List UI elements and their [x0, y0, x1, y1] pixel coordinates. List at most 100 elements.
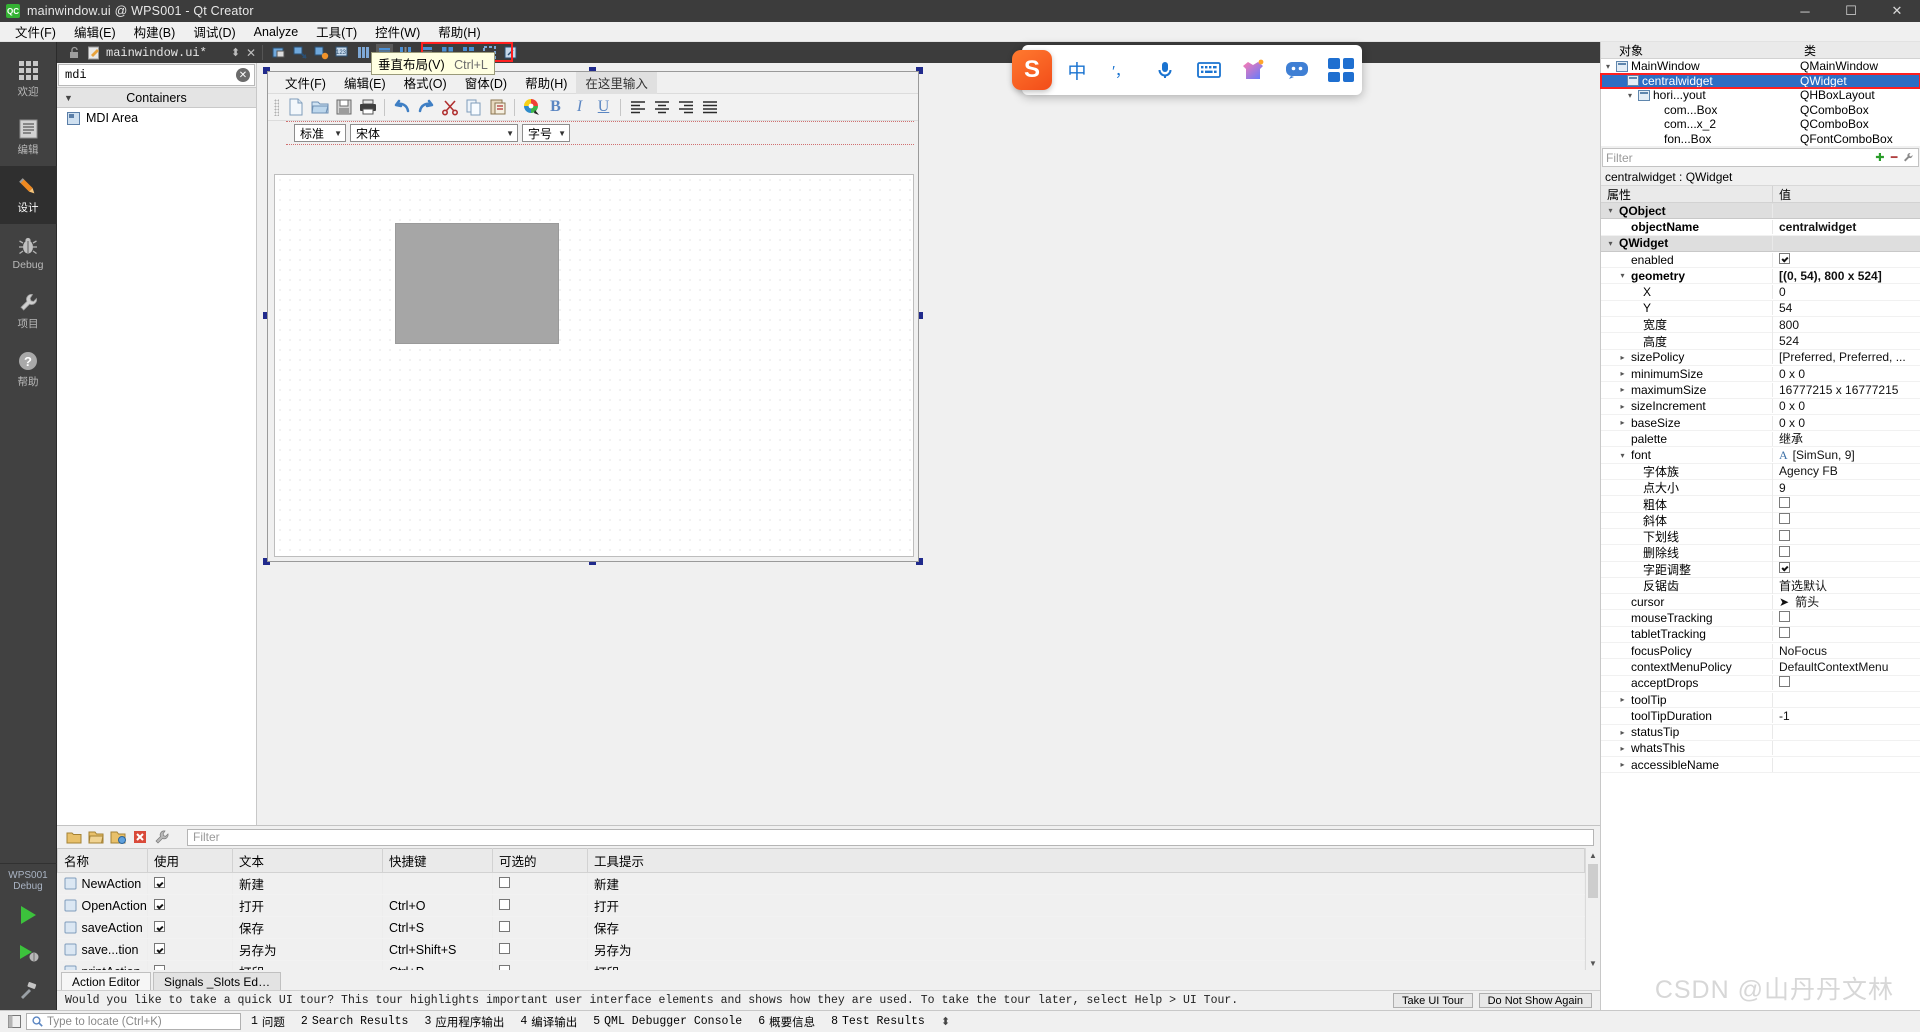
property-row[interactable]: 斜体 [1601, 511, 1920, 529]
sidebar-item-edit[interactable]: 编辑 [0, 108, 57, 166]
property-checkbox[interactable] [1779, 252, 1790, 264]
property-row[interactable]: ▾ QWidget [1601, 235, 1920, 252]
form-menu-bar[interactable]: 文件(F) 编辑(E) 格式(O) 窗体(D) 帮助(H) 在这里输入 [268, 72, 918, 94]
checkable-checkbox[interactable] [499, 898, 510, 910]
property-row[interactable]: ▸ maximumSize 16777215 x 16777215 [1601, 382, 1920, 399]
property-expander-icon[interactable]: ▸ [1617, 744, 1628, 753]
property-row[interactable]: palette 继承 [1601, 431, 1920, 448]
cut-scissors-icon[interactable] [439, 97, 460, 118]
property-checkbox[interactable] [1779, 676, 1790, 688]
property-checkbox[interactable] [1779, 529, 1790, 541]
property-row[interactable]: toolTipDuration -1 [1601, 708, 1920, 725]
action-checkable-cell[interactable] [492, 916, 588, 939]
tab-action-editor[interactable]: Action Editor [61, 972, 152, 990]
ime-mode-chinese[interactable]: 中 [1058, 51, 1096, 89]
used-checkbox[interactable] [154, 876, 165, 888]
maximize-button[interactable]: ☐ [1828, 0, 1874, 22]
redo-arrow-icon[interactable] [415, 97, 436, 118]
property-checkbox[interactable] [1779, 513, 1790, 525]
property-row[interactable]: 粗体 [1601, 495, 1920, 513]
property-row[interactable]: 下划线 [1601, 528, 1920, 546]
object-tree-row[interactable]: com...x_2 QComboBox [1601, 117, 1920, 132]
object-tree-row[interactable]: ▾ MainWindow QMainWindow [1601, 59, 1920, 74]
table-row[interactable]: saveAction 保存 Ctrl+S 保存 [57, 916, 1585, 939]
col-text[interactable]: 文本 [232, 848, 383, 873]
col-tooltip[interactable]: 工具提示 [587, 848, 1585, 873]
property-expander-icon[interactable]: ▸ [1617, 695, 1628, 704]
property-row[interactable]: Y 54 [1601, 301, 1920, 318]
action-checkable-cell[interactable] [492, 872, 588, 895]
ime-punctuation-icon[interactable]: ′， [1102, 51, 1140, 89]
object-tree-row[interactable]: com...Box QComboBox [1601, 103, 1920, 118]
checkable-checkbox[interactable] [499, 876, 510, 888]
align-justify-icon[interactable] [699, 97, 720, 118]
delete-action-icon[interactable] [131, 828, 149, 846]
widget-item-mdi-area[interactable]: MDI Area [57, 108, 256, 128]
property-row[interactable]: ▾ font A [SimSun, 9] [1601, 447, 1920, 464]
menu-help[interactable]: 帮助(H) [429, 20, 489, 43]
search-input[interactable] [63, 67, 236, 83]
status-item[interactable]: 8 Test Results [823, 1015, 933, 1028]
action-tooltip-cell[interactable]: 打开 [587, 894, 1585, 917]
object-tree-row-selected[interactable]: centralwidget QWidget [1600, 72, 1920, 89]
action-used-cell[interactable] [147, 938, 233, 961]
scrollbar-thumb[interactable] [1588, 864, 1598, 898]
used-checkbox[interactable] [154, 964, 165, 970]
menu-window[interactable]: 控件(W) [366, 20, 429, 43]
col-shortcut[interactable]: 快捷键 [382, 848, 493, 873]
property-expander-icon[interactable]: ▾ [1605, 239, 1616, 248]
form-canvas[interactable]: 文件(F) 编辑(E) 格式(O) 窗体(D) 帮助(H) 在这里输入 B I … [257, 63, 1600, 825]
table-row[interactable]: save...tion 另存为 Ctrl+Shift+S 另存为 [57, 938, 1585, 961]
status-item[interactable]: 5 QML Debugger Console [585, 1015, 750, 1028]
property-row[interactable]: ▸ toolTip [1601, 692, 1920, 709]
property-row[interactable]: 字体族 Agency FB [1601, 462, 1920, 481]
action-name-cell[interactable]: save...tion [57, 938, 148, 961]
property-expander-icon[interactable]: ▾ [1605, 206, 1616, 215]
underline-icon[interactable]: U [593, 97, 614, 118]
tab-signals-slots-editor[interactable]: Signals _Slots Ed… [153, 972, 282, 990]
sidebar-item-welcome[interactable]: 欢迎 [0, 50, 57, 108]
menu-analyze[interactable]: Analyze [245, 23, 307, 41]
buddy-edit-icon[interactable] [313, 44, 330, 61]
property-row[interactable]: 字距调整 [1601, 560, 1920, 578]
property-checkbox[interactable] [1779, 562, 1790, 574]
apps-icon[interactable] [1322, 51, 1360, 89]
sidebar-item-help[interactable]: ? 帮助 [0, 340, 57, 398]
do-not-show-again-button[interactable]: Do Not Show Again [1478, 993, 1592, 1008]
checkable-checkbox[interactable] [499, 964, 510, 970]
paste-icon[interactable] [487, 97, 508, 118]
status-item[interactable]: 6 概要信息 [750, 1014, 823, 1030]
form-combo-row[interactable]: 标准 ▼ 宋体 ▼ 字号 ▼ [268, 121, 918, 145]
minimize-button[interactable]: ─ [1782, 0, 1828, 22]
object-inspector-tree[interactable]: ▾ MainWindow QMainWindow centralwidget QWidg… [1600, 59, 1920, 146]
adjust-size2-icon[interactable] [502, 44, 519, 61]
take-ui-tour-button[interactable]: Take UI Tour [1393, 993, 1473, 1008]
property-row[interactable]: ▸ minimumSize 0 x 0 [1601, 366, 1920, 383]
align-right-icon[interactable] [675, 97, 696, 118]
action-shortcut-cell[interactable]: Ctrl+P [382, 960, 493, 970]
property-row[interactable]: ▸ accessibleName [1601, 757, 1920, 774]
checkable-checkbox[interactable] [499, 920, 510, 932]
file-nav-updown-icon[interactable]: ⬍ [231, 46, 240, 59]
mdi-subwindow-placeholder[interactable] [395, 223, 559, 344]
action-text-cell[interactable]: 新建 [232, 872, 383, 895]
table-row[interactable]: printAction打印Ctrl+P打印 [57, 960, 1585, 970]
form-frame[interactable]: 文件(F) 编辑(E) 格式(O) 窗体(D) 帮助(H) 在这里输入 B I … [263, 67, 923, 566]
split-vertical-icon[interactable] [355, 44, 372, 61]
property-row[interactable]: ▸ sizePolicy [Preferred, Preferred, ... [1601, 350, 1920, 366]
property-checkbox[interactable] [1779, 611, 1790, 623]
property-row[interactable]: 点大小 9 [1601, 479, 1920, 497]
property-row[interactable]: X0 [1601, 284, 1920, 301]
sogou-logo-icon[interactable]: S [1012, 50, 1052, 90]
form-menu-file[interactable]: 文件(F) [276, 72, 335, 94]
property-expander-icon[interactable]: ▸ [1617, 760, 1628, 769]
clear-icon[interactable]: ✕ [236, 68, 250, 82]
configure-icon[interactable] [153, 828, 171, 846]
action-text-cell[interactable]: 另存为 [232, 938, 383, 961]
property-col-header[interactable]: 属性 [1601, 185, 1773, 203]
action-name-cell[interactable]: NewAction [57, 872, 148, 895]
action-checkable-cell[interactable] [492, 960, 588, 970]
bold-icon[interactable]: B [545, 97, 566, 118]
class-col-header[interactable]: 类 [1800, 42, 1920, 59]
debug-run-button[interactable] [8, 934, 48, 972]
